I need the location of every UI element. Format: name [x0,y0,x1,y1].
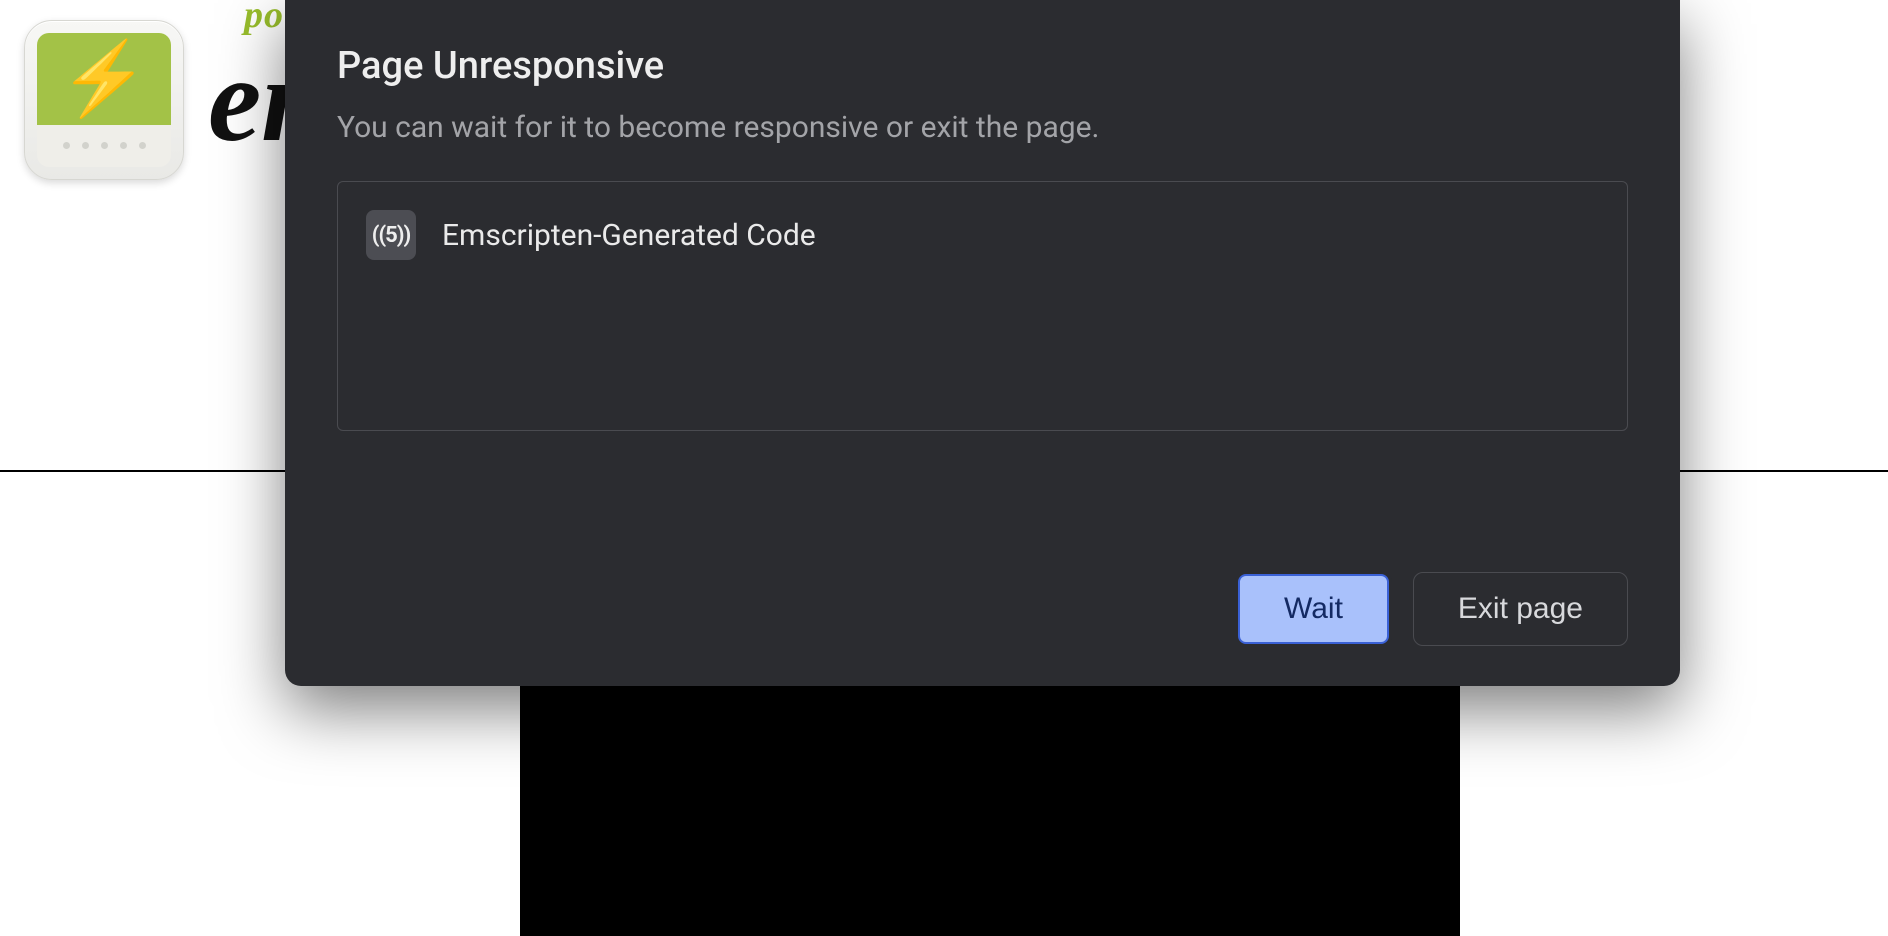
dialog-buttons: Wait Exit page [337,536,1628,646]
logo-top: ⚡ [37,33,171,125]
dialog-subtitle: You can wait for it to become responsive… [337,110,1628,145]
broadcast-icon: ((5)) [366,210,416,260]
exit-page-button[interactable]: Exit page [1413,572,1628,646]
emscripten-logo: ⚡ [24,20,184,180]
process-label: Emscripten-Generated Code [442,218,816,253]
lightning-bolt-icon: ⚡ [59,43,149,115]
logo-bottom [37,125,171,167]
process-list: ((5)) Emscripten-Generated Code [337,181,1628,431]
page-root: ⚡ po em Fullscreen Page Unresponsive You… [0,0,1888,936]
process-row[interactable]: ((5)) Emscripten-Generated Code [366,210,1599,260]
wait-button[interactable]: Wait [1236,572,1391,646]
brand-tag: po [244,0,284,37]
page-unresponsive-dialog: Page Unresponsive You can wait for it to… [285,0,1680,686]
dialog-title: Page Unresponsive [337,44,1628,88]
